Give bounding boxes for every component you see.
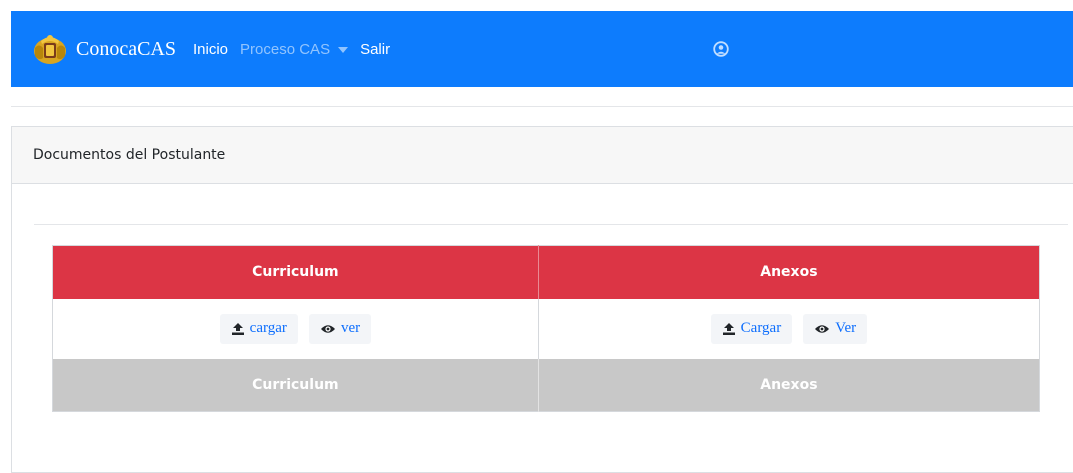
table-header-row: Curriculum Anexos: [52, 245, 1040, 299]
nav-proceso-cas-dropdown[interactable]: Proceso CAS: [240, 40, 349, 58]
user-circle-icon[interactable]: [713, 41, 729, 57]
anexos-view-button[interactable]: Ver: [803, 313, 868, 344]
anexos-upload-button[interactable]: Cargar: [710, 313, 793, 344]
upload-icon: [722, 322, 735, 335]
anexos-actions-cell: Cargar Ver: [538, 298, 1040, 359]
coat-of-arms-logo: [34, 35, 66, 64]
top-navbar: ConocaCAS Inicio Proceso CAS Salir: [11, 11, 1073, 87]
documents-table: Curriculum Anexos cargar ver Cargar Ver …: [52, 245, 1040, 412]
table-footer-row: Curriculum Anexos: [52, 358, 1040, 412]
brand[interactable]: ConocaCAS: [32, 31, 176, 67]
anexos-upload-label: Cargar: [740, 320, 782, 336]
nav-proceso-cas-label: Proceso CAS: [240, 40, 331, 58]
nav-inicio[interactable]: Inicio: [193, 41, 228, 58]
top-divider: [11, 106, 1073, 107]
brand-name: ConocaCAS: [76, 37, 176, 60]
caret-down-icon: [338, 46, 349, 53]
card-divider: [34, 224, 1068, 225]
curriculum-upload-button[interactable]: cargar: [219, 313, 298, 344]
curriculum-view-button[interactable]: ver: [308, 313, 372, 344]
nav-salir[interactable]: Salir: [360, 41, 390, 58]
footer-anexos: Anexos: [538, 358, 1040, 412]
footer-curriculum: Curriculum: [52, 358, 539, 412]
documents-card: Documentos del Postulante Curriculum Ane…: [11, 126, 1073, 473]
curriculum-view-label: ver: [340, 320, 361, 336]
eye-icon: [815, 324, 830, 333]
header-curriculum: Curriculum: [52, 245, 539, 299]
table-row: cargar ver Cargar Ver: [52, 298, 1040, 359]
curriculum-actions-cell: cargar ver: [52, 298, 539, 359]
upload-icon: [231, 322, 244, 335]
card-header: Documentos del Postulante: [12, 127, 1073, 184]
eye-icon: [320, 324, 335, 333]
anexos-view-label: Ver: [835, 320, 857, 336]
curriculum-upload-label: cargar: [249, 320, 287, 336]
header-anexos: Anexos: [538, 245, 1040, 299]
